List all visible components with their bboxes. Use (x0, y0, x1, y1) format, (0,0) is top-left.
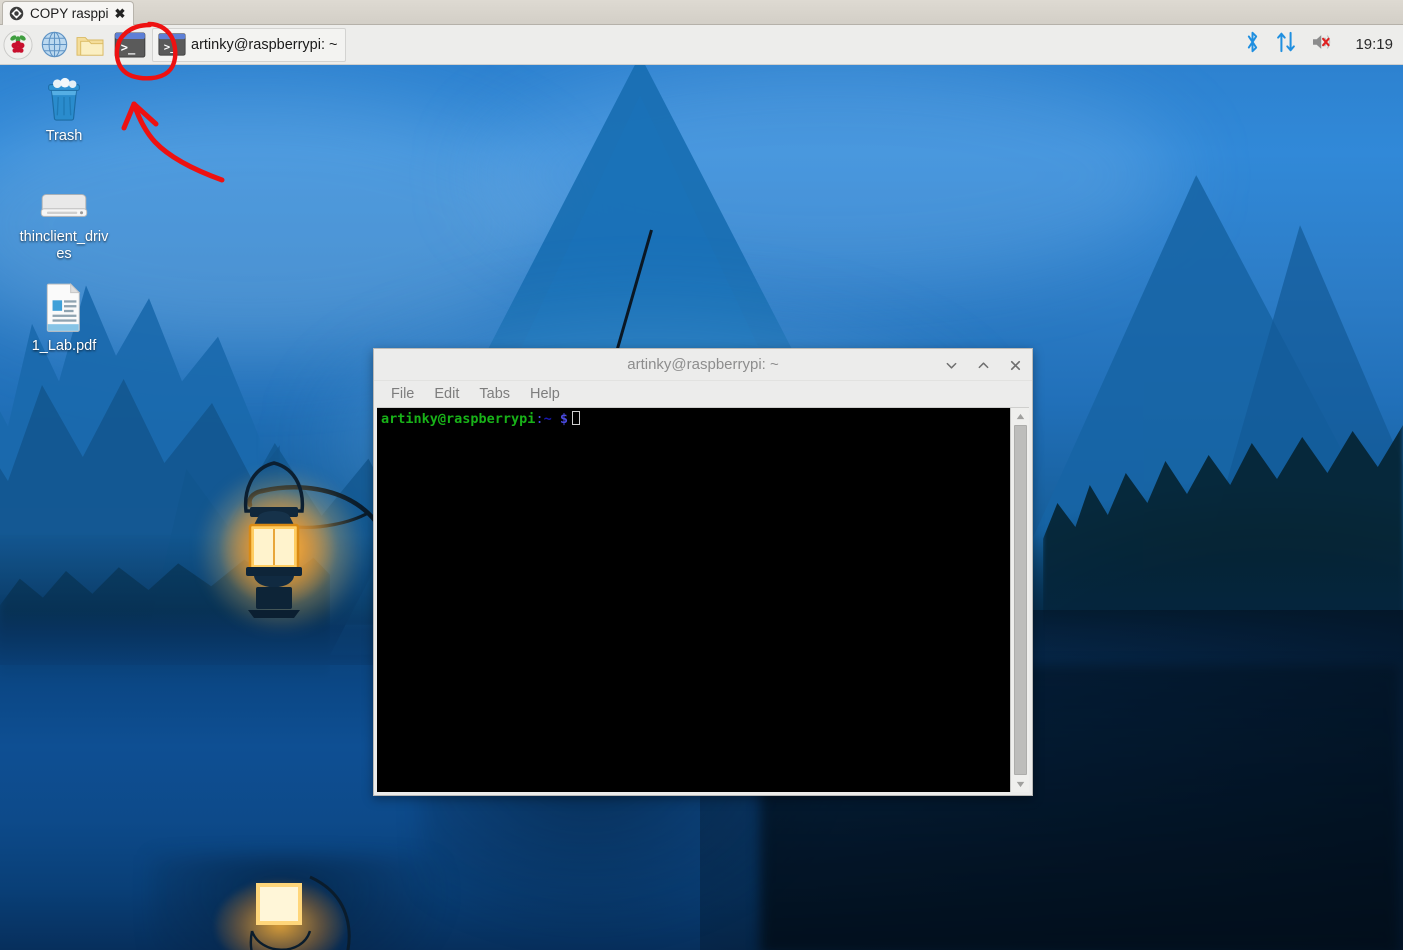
desktop-icon-1-lab-pdf[interactable]: 1_Lab.pdf (16, 282, 112, 355)
svg-text:>_: >_ (121, 40, 136, 55)
desktop-icon-label: thinclient_drives (19, 229, 109, 262)
system-tray: 19:19 (1244, 25, 1403, 65)
lantern-reflection (249, 875, 351, 950)
scrollbar-thumb[interactable] (1013, 425, 1027, 775)
window-controls (942, 349, 1024, 381)
terminal-icon: >_ (158, 33, 186, 56)
menu-tabs[interactable]: Tabs (470, 384, 519, 404)
vnc-tab[interactable]: COPY rasppi ✖ (2, 1, 135, 25)
prompt-user-host: artinky@raspberrypi (381, 411, 536, 427)
raspberry-menu-icon[interactable] (0, 26, 36, 64)
taskbar: >_ >_ artinky@raspberrypi: ~ 19:19 (0, 25, 1403, 65)
network-icon[interactable] (1275, 30, 1297, 59)
terminal-body: artinky@raspberrypi:~ $ (377, 407, 1029, 792)
desktop[interactable]: Trash thinclient_drives 1_Lab.pdf artink… (0, 65, 1403, 950)
text-cursor (572, 411, 580, 425)
svg-text:>_: >_ (164, 40, 177, 53)
pdf-file-icon (16, 282, 112, 332)
close-button[interactable] (1006, 356, 1024, 374)
trash-icon (16, 74, 112, 122)
web-browser-icon[interactable] (36, 26, 72, 64)
vnc-diamond-icon (9, 6, 24, 21)
menu-file[interactable]: File (382, 384, 423, 404)
close-icon[interactable]: ✖ (115, 7, 126, 20)
scroll-down-arrow[interactable] (1011, 776, 1030, 792)
scroll-up-arrow[interactable] (1011, 408, 1030, 424)
lantern-icon (243, 461, 305, 618)
desktop-icon-label: 1_Lab.pdf (31, 338, 97, 354)
taskbar-window-label: artinky@raspberrypi: ~ (191, 36, 338, 53)
terminal-window[interactable]: artinky@raspberrypi: ~ File Edit Tabs He… (373, 348, 1033, 796)
prompt-path: ~ (543, 411, 552, 427)
desktop-icon-trash[interactable]: Trash (16, 74, 112, 145)
vnc-tab-label: COPY rasppi (30, 6, 109, 21)
terminal-menubar: File Edit Tabs Help (374, 381, 1032, 407)
terminal-screen[interactable]: artinky@raspberrypi:~ $ (377, 408, 1010, 792)
menu-help[interactable]: Help (521, 384, 569, 404)
prompt-dollar: $ (559, 411, 568, 427)
terminal-launcher-icon[interactable]: >_ (112, 26, 148, 64)
terminal-titlebar[interactable]: artinky@raspberrypi: ~ (374, 349, 1032, 381)
clock[interactable]: 19:19 (1351, 36, 1393, 53)
taskbar-window-button-terminal[interactable]: >_ artinky@raspberrypi: ~ (152, 27, 347, 62)
prompt-colon: : (535, 411, 544, 427)
drive-icon (16, 175, 112, 223)
minimize-button[interactable] (942, 356, 960, 374)
bluetooth-icon[interactable] (1244, 30, 1261, 59)
terminal-scrollbar[interactable] (1010, 408, 1029, 792)
desktop-icon-label: Trash (45, 128, 83, 144)
menu-edit[interactable]: Edit (425, 384, 468, 404)
maximize-button[interactable] (974, 356, 992, 374)
desktop-icon-thinclient-drives[interactable]: thinclient_drives (16, 175, 112, 263)
file-manager-icon[interactable] (72, 26, 108, 64)
screen-root: COPY rasppi ✖ >_ >_ artinky@raspberrypi:… (0, 0, 1403, 950)
volume-muted-icon[interactable] (1311, 31, 1337, 58)
vnc-tab-strip: COPY rasppi ✖ (0, 0, 1403, 25)
terminal-title-text: artinky@raspberrypi: ~ (627, 356, 779, 373)
